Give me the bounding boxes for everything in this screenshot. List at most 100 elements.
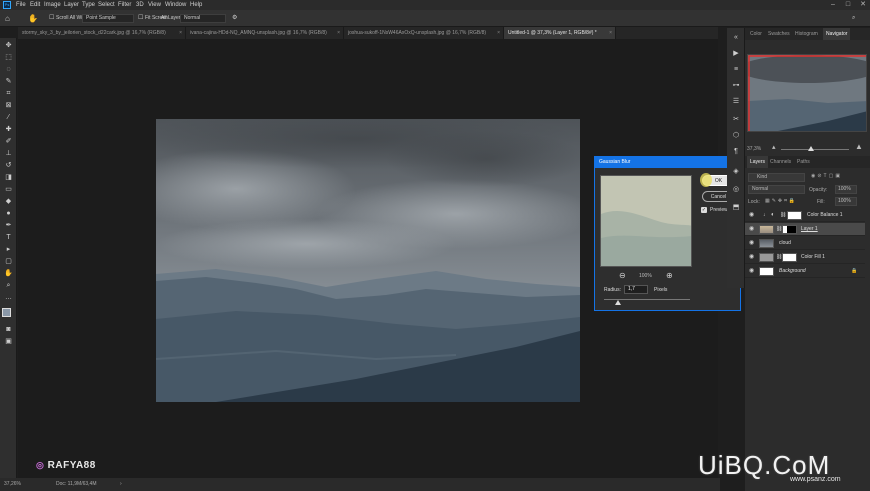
properties-icon[interactable]: ☰ bbox=[731, 98, 741, 106]
maximize-icon[interactable]: □ bbox=[841, 0, 855, 10]
document-canvas-image[interactable] bbox=[156, 119, 580, 402]
move-tool-icon[interactable]: ✥ bbox=[3, 42, 14, 50]
radius-input[interactable]: 1,7 bbox=[624, 285, 648, 294]
tab-joshua-sukoff[interactable]: joshua-sukoff-1NsW46AxOxQ-unsplash.jpg @… bbox=[344, 27, 504, 39]
tab-ivana-cajina[interactable]: ivana-cajina-HDd-NQ_AMNQ-unsplash.jpg @ … bbox=[186, 27, 344, 39]
menu-layer[interactable]: Layer bbox=[64, 0, 79, 10]
menu-select[interactable]: Select bbox=[98, 0, 115, 10]
rectangle-tool-icon[interactable]: ▢ bbox=[3, 258, 14, 266]
preview-checkbox[interactable]: ✓ bbox=[701, 207, 707, 213]
paths-icon[interactable]: ⬒ bbox=[731, 204, 741, 212]
fit-screen-checkbox[interactable]: ☐ bbox=[138, 10, 143, 27]
navigator-preview[interactable] bbox=[747, 54, 867, 132]
close-tab-icon[interactable]: × bbox=[179, 27, 182, 39]
tab-color[interactable]: Color bbox=[747, 28, 765, 40]
tab-layers[interactable]: Layers bbox=[747, 156, 769, 168]
minimize-icon[interactable]: – bbox=[826, 0, 840, 10]
layer-row-color-fill[interactable]: ◉ ⛓ Color Fill 1 bbox=[745, 251, 865, 264]
layer-filter-icons[interactable]: ◉⊘T▢▣ bbox=[811, 173, 842, 179]
menu-help[interactable]: Help bbox=[190, 0, 202, 10]
menu-type[interactable]: Type bbox=[82, 0, 95, 10]
quick-mask-icon[interactable]: ◙ bbox=[3, 326, 14, 334]
menu-3d[interactable]: 3D bbox=[136, 0, 144, 10]
settings-icon[interactable]: ⚙ bbox=[232, 10, 237, 27]
screen-mode-icon[interactable]: ▣ bbox=[3, 338, 14, 346]
visibility-eye-icon[interactable]: ◉ bbox=[749, 265, 754, 278]
crop-tool-icon[interactable]: ⌗ bbox=[3, 90, 14, 98]
more-tools-icon[interactable]: … bbox=[3, 294, 14, 302]
mode-dropdown[interactable]: Normal bbox=[180, 14, 226, 23]
layers-icon[interactable]: ◈ bbox=[731, 168, 741, 176]
close-tab-icon[interactable]: × bbox=[609, 27, 612, 39]
tab-stormy-sky[interactable]: stormy_sky_3_by_jeilorien_stock_d22cark.… bbox=[18, 27, 186, 39]
paragraph-icon[interactable]: ¶ bbox=[731, 148, 741, 156]
collapse-panels-icon[interactable]: « bbox=[731, 34, 741, 42]
channels-icon[interactable]: ◎ bbox=[731, 186, 741, 194]
fill-input[interactable]: 100% bbox=[835, 197, 857, 206]
clone-stamp-tool-icon[interactable]: ⊥ bbox=[3, 150, 14, 158]
3d-icon[interactable]: ⬡ bbox=[731, 132, 741, 140]
zoom-readout[interactable]: 37,26% bbox=[4, 478, 21, 491]
layer-filter-dropdown[interactable]: Kind bbox=[748, 173, 805, 182]
visibility-eye-icon[interactable]: ◉ bbox=[749, 237, 754, 250]
status-menu-icon[interactable]: › bbox=[120, 478, 122, 491]
hand-tool-icon[interactable]: ✋ bbox=[28, 10, 38, 27]
blur-tool-icon[interactable]: ◆ bbox=[3, 198, 14, 206]
zoom-in-icon[interactable]: ⊕ bbox=[666, 271, 673, 280]
tab-untitled-1[interactable]: Untitled-1 @ 37,3% (Layer 1, RGB/8#) * × bbox=[504, 27, 616, 39]
layer-row-color-balance[interactable]: ◉ ↓ ◐ ⛓ Color Balance 1 bbox=[745, 209, 865, 222]
type-tool-icon[interactable]: T bbox=[3, 234, 14, 242]
close-tab-icon[interactable]: × bbox=[337, 27, 340, 39]
menu-view[interactable]: View bbox=[148, 0, 161, 10]
zoom-in-mountain-icon[interactable]: ▲ bbox=[855, 142, 863, 151]
gradient-tool-icon[interactable]: ▭ bbox=[3, 186, 14, 194]
history-brush-tool-icon[interactable]: ↺ bbox=[3, 162, 14, 170]
foreground-color-swatch[interactable] bbox=[2, 308, 11, 317]
menu-window[interactable]: Window bbox=[165, 0, 186, 10]
zoom-out-icon[interactable]: ⊖ bbox=[619, 271, 626, 280]
marquee-tool-icon[interactable]: ⬚ bbox=[3, 54, 14, 62]
blend-mode-dropdown[interactable]: Normal bbox=[748, 185, 805, 194]
navigator-zoom-value[interactable]: 37,3% bbox=[747, 146, 761, 152]
healing-brush-tool-icon[interactable]: ✚ bbox=[3, 126, 14, 134]
tab-paths[interactable]: Paths bbox=[794, 156, 813, 168]
hand-tool-icon[interactable]: ✋ bbox=[3, 270, 14, 278]
tools-icon[interactable]: ✂ bbox=[731, 116, 741, 124]
close-window-icon[interactable]: ✕ bbox=[856, 0, 870, 10]
opacity-input[interactable]: 100% bbox=[835, 185, 857, 194]
visibility-eye-icon[interactable]: ◉ bbox=[749, 209, 754, 222]
visibility-eye-icon[interactable]: ◉ bbox=[749, 251, 754, 264]
layer-row-cloud[interactable]: ◉ cloud bbox=[745, 237, 865, 250]
search-icon[interactable]: ⌕ bbox=[852, 10, 855, 27]
zoom-tool-icon[interactable]: ⌕ bbox=[3, 282, 14, 290]
path-select-tool-icon[interactable]: ▸ bbox=[3, 246, 14, 254]
adjustments-icon[interactable]: ⊶ bbox=[731, 82, 741, 90]
play-action-icon[interactable]: ▶ bbox=[731, 50, 741, 58]
layer-row-layer-1[interactable]: ◉ ⛓ Layer 1 bbox=[745, 223, 865, 236]
navigator-zoom-slider[interactable] bbox=[781, 149, 849, 150]
brush-tool-icon[interactable]: ✐ bbox=[3, 138, 14, 146]
layer-comps-icon[interactable]: ≡ bbox=[731, 66, 741, 74]
menu-filter[interactable]: Filter bbox=[118, 0, 131, 10]
radius-slider-thumb[interactable] bbox=[614, 300, 621, 305]
dodge-tool-icon[interactable]: ● bbox=[3, 210, 14, 218]
menu-edit[interactable]: Edit bbox=[30, 0, 40, 10]
lock-icon[interactable]: 🔒 bbox=[851, 265, 857, 278]
frame-tool-icon[interactable]: ⊠ bbox=[3, 102, 14, 110]
close-tab-icon[interactable]: × bbox=[497, 27, 500, 39]
menu-image[interactable]: Image bbox=[44, 0, 61, 10]
visibility-eye-icon[interactable]: ◉ bbox=[749, 223, 754, 236]
home-icon[interactable]: ⌂ bbox=[5, 10, 10, 27]
navigator-slider-thumb[interactable] bbox=[808, 146, 814, 151]
sample-dropdown[interactable]: Point Sample bbox=[82, 14, 134, 23]
tab-swatches[interactable]: Swatches bbox=[765, 28, 793, 40]
menu-file[interactable]: File bbox=[16, 0, 26, 10]
blur-preview-window[interactable] bbox=[600, 175, 692, 267]
tab-channels[interactable]: Channels bbox=[767, 156, 794, 168]
zoom-out-mountain-icon[interactable]: ▴ bbox=[772, 143, 776, 151]
pen-tool-icon[interactable]: ✒ bbox=[3, 222, 14, 230]
quick-select-tool-icon[interactable]: ✎ bbox=[3, 78, 14, 86]
eyedropper-tool-icon[interactable]: ⁄ bbox=[3, 114, 14, 122]
tab-navigator[interactable]: Navigator bbox=[823, 28, 851, 40]
tab-histogram[interactable]: Histogram bbox=[792, 28, 821, 40]
